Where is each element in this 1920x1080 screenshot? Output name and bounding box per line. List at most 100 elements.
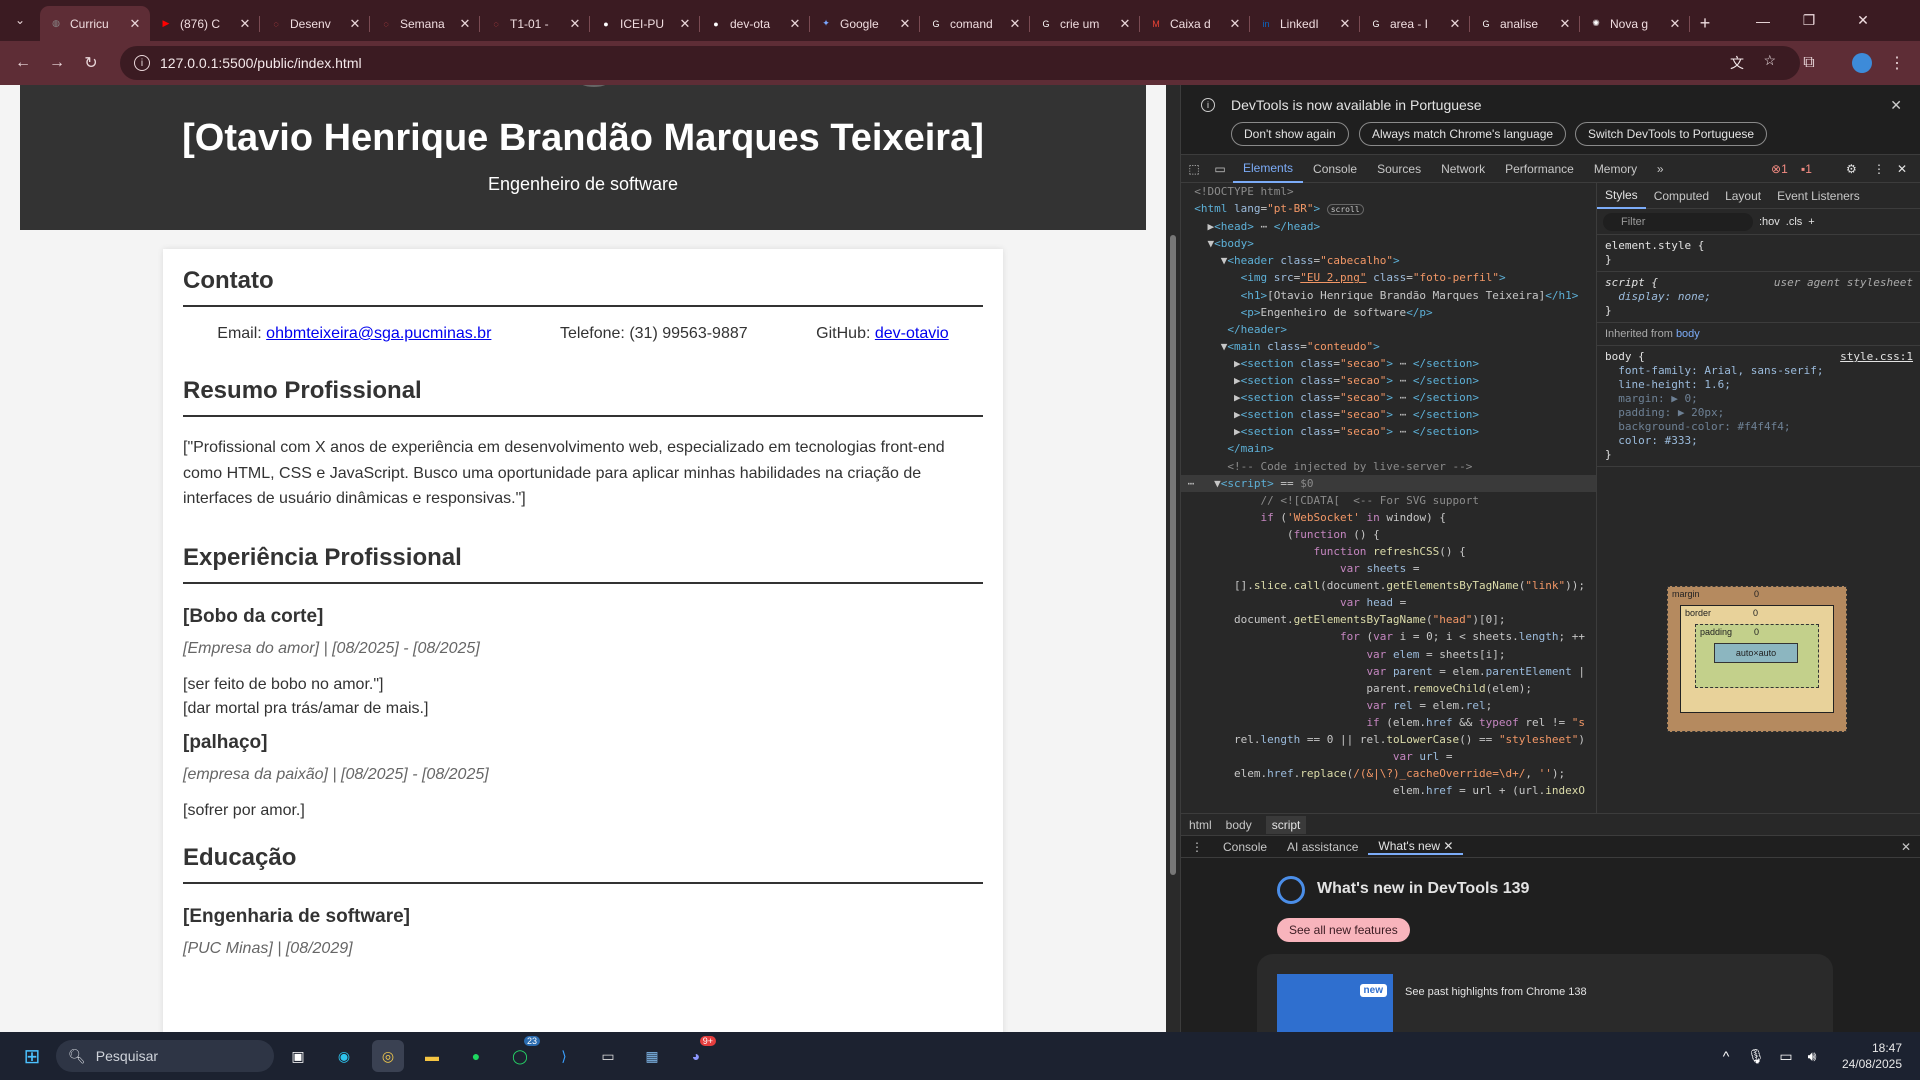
dom-line[interactable]: </header> <box>1181 321 1596 338</box>
dom-line[interactable]: rel.length == 0 || rel.toLowerCase() == … <box>1181 731 1596 748</box>
dom-line[interactable]: (function () { <box>1181 526 1596 543</box>
tab-network[interactable]: Network <box>1431 155 1495 183</box>
inspect-icon[interactable]: ⬚ <box>1181 162 1207 176</box>
tab-performance[interactable]: Performance <box>1495 155 1584 183</box>
rule-prop[interactable]: font-family: Arial, sans-serif; <box>1618 364 1823 377</box>
browser-tab[interactable]: Ganalise ✕ <box>1470 6 1580 41</box>
dom-line[interactable]: ▶<section class="secao"> ⋯ </section> <box>1181 406 1596 423</box>
browser-tab[interactable]: ◌ T1-01 - ✕ <box>480 6 590 41</box>
vscode-icon[interactable]: ⟩ <box>548 1040 580 1072</box>
dom-line[interactable]: parent.removeChild(elem); <box>1181 680 1596 697</box>
browser-tab[interactable]: ◌ Desenv ✕ <box>260 6 370 41</box>
dom-line[interactable]: ▼<header class="cabecalho"> <box>1181 252 1596 269</box>
minimize-button[interactable]: — <box>1740 0 1786 41</box>
dom-line[interactable]: document.getElementsByTagName("head")[0]… <box>1181 611 1596 628</box>
plus-icon[interactable]: + <box>1808 216 1814 228</box>
tab-sources[interactable]: Sources <box>1367 155 1431 183</box>
rule-prop[interactable]: background-color: #f4f4f4; <box>1618 420 1790 433</box>
rule-prop[interactable]: line-height: 1.6; <box>1618 378 1731 391</box>
dom-line[interactable]: for (var i = 0; i < sheets.length; ++ <box>1181 628 1596 645</box>
rule-source-link[interactable]: style.css:1 <box>1840 350 1913 364</box>
dom-line[interactable]: function refreshCSS() { <box>1181 543 1596 560</box>
dom-line[interactable]: if ('WebSocket' in window) { <box>1181 509 1596 526</box>
dom-line[interactable]: var rel = elem.rel; <box>1181 697 1596 714</box>
translate-icon[interactable]: 文 <box>1730 53 1744 73</box>
close-icon[interactable]: ✕ <box>1897 162 1907 176</box>
rule-prop[interactable]: margin: ▶ 0; <box>1618 392 1697 405</box>
microphone-icon[interactable]: 🎙︎ <box>1740 1040 1772 1072</box>
styles-filter-input[interactable]: Filter <box>1603 212 1753 231</box>
browser-tab[interactable]: ● dev-ota ✕ <box>700 6 810 41</box>
rule-prop[interactable]: color: #333; <box>1618 434 1697 447</box>
error-count[interactable]: ⊗1 <box>1771 162 1788 176</box>
tab-event-listeners[interactable]: Event Listeners <box>1769 183 1868 209</box>
close-tab-icon[interactable]: ✕ <box>568 16 582 32</box>
spotify-icon[interactable]: ● <box>460 1040 492 1072</box>
tab-memory[interactable]: Memory <box>1584 155 1647 183</box>
site-info-icon[interactable]: i <box>134 55 150 71</box>
device-toolbar-icon[interactable]: ▭ <box>1207 162 1233 176</box>
browser-tab[interactable]: ▶ (876) C ✕ <box>150 6 260 41</box>
switch-language-button[interactable]: Switch DevTools to Portuguese <box>1575 122 1768 146</box>
more-tabs-icon[interactable]: » <box>1647 162 1673 176</box>
browser-tab[interactable]: ◍ Curricu ✕ <box>40 6 150 41</box>
dom-line[interactable]: ▶<head> ⋯ </head> <box>1181 218 1596 235</box>
close-window-button[interactable]: ✕ <box>1840 0 1886 41</box>
back-button[interactable]: ← <box>6 46 40 80</box>
browser-tab[interactable]: Garea - I ✕ <box>1360 6 1470 41</box>
issue-count[interactable]: ▪1 <box>1801 162 1812 176</box>
inherited-element[interactable]: body <box>1676 328 1700 340</box>
chevron-up-icon[interactable]: ^ <box>1710 1040 1742 1072</box>
taskbar-clock[interactable]: 18:47 24/08/2025 <box>1842 1040 1902 1072</box>
extensions-button[interactable]: ⧉ <box>1792 46 1826 80</box>
breadcrumb-body[interactable]: body <box>1226 818 1252 832</box>
drawer-tab-console[interactable]: Console <box>1213 840 1277 854</box>
dom-line[interactable]: var elem = sheets[i]; <box>1181 646 1596 663</box>
dom-line[interactable]: ▼<body> <box>1181 235 1596 252</box>
file-explorer-icon[interactable]: ▬ <box>416 1040 448 1072</box>
dom-line[interactable]: <!-- Code injected by live-server --> <box>1181 458 1596 475</box>
close-icon[interactable]: ✕ <box>1890 97 1902 114</box>
browser-tab[interactable]: ◌ Semana ✕ <box>370 6 480 41</box>
scrollbar-thumb[interactable] <box>1170 235 1176 875</box>
tab-styles[interactable]: Styles <box>1597 183 1646 209</box>
browser-tab[interactable]: ✦ Google ✕ <box>810 6 920 41</box>
dom-line[interactable]: [].slice.call(document.getElementsByTagN… <box>1181 577 1596 594</box>
page-scrollbar[interactable] <box>1166 85 1180 1032</box>
rule-script[interactable]: script { user agent stylesheet display: … <box>1597 272 1920 323</box>
close-tab-icon[interactable]: ✕ <box>238 16 252 32</box>
close-tab-icon[interactable]: ✕ <box>1448 16 1462 32</box>
breadcrumb-html[interactable]: html <box>1189 818 1212 832</box>
whatsapp-icon[interactable]: ◯ 23 <box>504 1036 540 1072</box>
bookmark-star-icon[interactable]: ☆ <box>1763 52 1776 69</box>
drawer-tab-ai[interactable]: AI assistance <box>1277 840 1368 854</box>
tab-console[interactable]: Console <box>1303 155 1367 183</box>
dom-line[interactable]: ▶<section class="secao"> ⋯ </section> <box>1181 355 1596 372</box>
chrome-icon[interactable]: ◎ <box>372 1040 404 1072</box>
close-tab-icon[interactable]: ✕ <box>1118 16 1132 32</box>
dom-line[interactable]: <h1>[Otavio Henrique Brandão Marques Tei… <box>1181 287 1596 304</box>
discord-icon[interactable]: ◕ 9+ <box>680 1036 716 1072</box>
dom-line[interactable]: <!DOCTYPE html> <box>1181 183 1596 200</box>
dom-line[interactable]: </main> <box>1181 440 1596 457</box>
dom-line[interactable]: ▶<section class="secao"> ⋯ </section> <box>1181 389 1596 406</box>
new-tab-button[interactable]: + <box>1690 6 1720 41</box>
tab-search-button[interactable]: ⌄ <box>8 8 32 32</box>
past-highlights-link[interactable]: See past highlights from Chrome 138 <box>1405 986 1587 998</box>
close-tab-icon[interactable]: ✕ <box>678 16 692 32</box>
close-tab-icon[interactable]: ✕ <box>348 16 362 32</box>
browser-tab[interactable]: ● ICEI-PU ✕ <box>590 6 700 41</box>
close-tab-icon[interactable]: ✕ <box>458 16 472 32</box>
dom-line[interactable]: var url = <box>1181 748 1596 765</box>
address-bar[interactable]: i 127.0.0.1:5500/public/index.html 文 ☆ <box>120 46 1800 80</box>
see-all-features-button[interactable]: See all new features <box>1277 918 1410 942</box>
close-icon[interactable]: ✕ <box>1901 840 1911 854</box>
reload-button[interactable]: ↻ <box>74 46 108 80</box>
dom-line[interactable]: var head = <box>1181 594 1596 611</box>
settings-gear-icon[interactable]: ⚙ <box>1846 162 1857 176</box>
breadcrumb-script[interactable]: script <box>1265 815 1307 834</box>
dom-line[interactable]: // <![CDATA[ <-- For SVG support <box>1181 492 1596 509</box>
tab-computed[interactable]: Computed <box>1646 183 1717 209</box>
browser-tab[interactable]: Gcrie um ✕ <box>1030 6 1140 41</box>
github-link[interactable]: dev-otavio <box>875 325 949 342</box>
